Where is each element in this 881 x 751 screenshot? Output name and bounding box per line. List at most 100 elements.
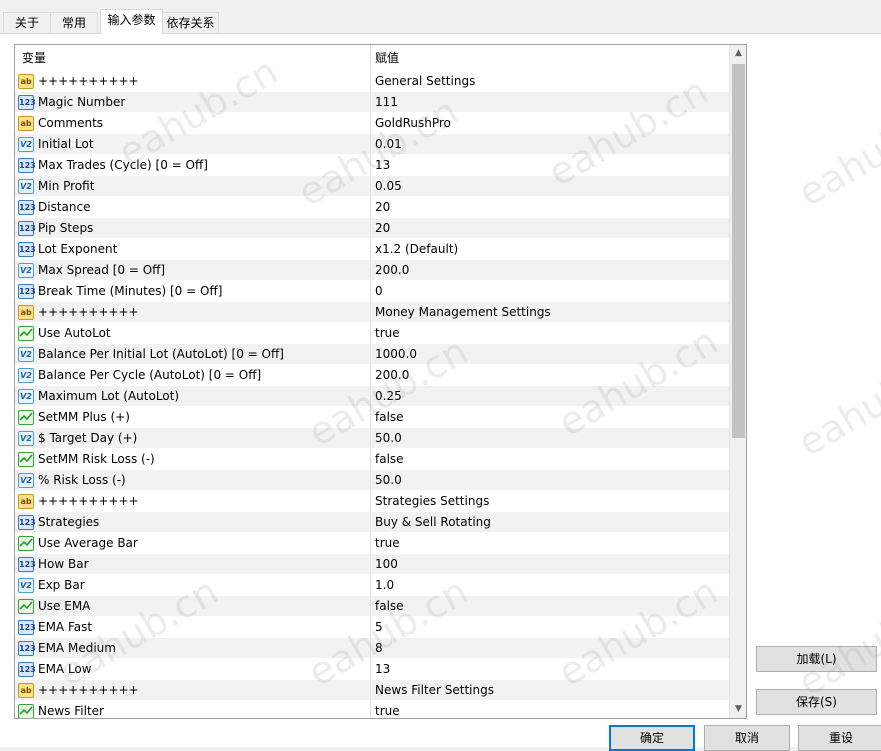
value-cell[interactable]: GoldRushPro	[372, 113, 728, 134]
variable-name: Break Time (Minutes) [0 = Off]	[38, 284, 223, 298]
table-row[interactable]: 123 How Bar 100	[15, 554, 729, 575]
column-header-value[interactable]: 赋值	[371, 45, 729, 71]
value-cell[interactable]: General Settings	[372, 71, 728, 92]
double-type-icon: V2	[18, 473, 34, 488]
scroll-up-arrow-icon[interactable]: ▲	[730, 45, 746, 62]
scroll-down-arrow-icon[interactable]: ▼	[730, 701, 746, 718]
value-cell[interactable]: x1.2 (Default)	[372, 239, 728, 260]
variable-cell: V2 Max Spread [0 = Off]	[15, 260, 371, 281]
reset-button[interactable]: 重设	[798, 725, 881, 751]
value-cell[interactable]: Buy & Sell Rotating	[372, 512, 728, 533]
table-row[interactable]: 123 Max Trades (Cycle) [0 = Off] 13	[15, 155, 729, 176]
int-type-icon: 123	[18, 242, 36, 257]
tab-dependencies[interactable]: 依存关系	[162, 12, 219, 34]
value-cell[interactable]: 20	[372, 218, 728, 239]
table-row[interactable]: 123 Magic Number 111	[15, 92, 729, 113]
value-cell[interactable]: 0.05	[372, 176, 728, 197]
table-row[interactable]: News Filter true	[15, 701, 729, 718]
variable-name: EMA Low	[38, 662, 92, 676]
table-row[interactable]: 123 Lot Exponent x1.2 (Default)	[15, 239, 729, 260]
tab-common[interactable]: 常用	[50, 12, 98, 34]
table-row[interactable]: V2 Exp Bar 1.0	[15, 575, 729, 596]
table-row[interactable]: Use Average Bar true	[15, 533, 729, 554]
value-cell[interactable]: 8	[372, 638, 728, 659]
value-cell[interactable]: 100	[372, 554, 728, 575]
value-cell[interactable]: 0.01	[372, 134, 728, 155]
table-row[interactable]: 123 EMA Fast 5	[15, 617, 729, 638]
tab-inputs[interactable]: 输入参数	[100, 9, 163, 34]
value-cell[interactable]: News Filter Settings	[372, 680, 728, 701]
value-cell[interactable]: false	[372, 449, 728, 470]
table-row[interactable]: ab Comments GoldRushPro	[15, 113, 729, 134]
variable-cell: 123 Distance	[15, 197, 371, 218]
vertical-scrollbar[interactable]: ▲ ▼	[729, 45, 746, 718]
int-type-icon: 123	[18, 284, 36, 299]
value-cell[interactable]: false	[372, 407, 728, 428]
table-row[interactable]: 123 Break Time (Minutes) [0 = Off] 0	[15, 281, 729, 302]
value-cell[interactable]: 1.0	[372, 575, 728, 596]
variable-name: Min Profit	[38, 179, 95, 193]
variable-cell: News Filter	[15, 701, 371, 718]
value-cell[interactable]: 200.0	[372, 365, 728, 386]
table-row[interactable]: 123 Distance 20	[15, 197, 729, 218]
variable-cell: V2 Exp Bar	[15, 575, 371, 596]
value-cell[interactable]: 5	[372, 617, 728, 638]
table-row[interactable]: V2 Balance Per Cycle (AutoLot) [0 = Off] 2…	[15, 365, 729, 386]
value-cell[interactable]: 0	[372, 281, 728, 302]
table-row[interactable]: ab ++++++++++ Strategies Settings	[15, 491, 729, 512]
table-row[interactable]: ab ++++++++++ News Filter Settings	[15, 680, 729, 701]
bool-type-icon	[18, 704, 34, 718]
value-cell[interactable]: Strategies Settings	[372, 491, 728, 512]
variable-name: Use AutoLot	[38, 326, 111, 340]
value-cell[interactable]: 20	[372, 197, 728, 218]
table-row[interactable]: V2 Min Profit 0.05	[15, 176, 729, 197]
scrollbar-thumb[interactable]	[732, 64, 745, 438]
value-cell[interactable]: 13	[372, 155, 728, 176]
table-row[interactable]: SetMM Plus (+) false	[15, 407, 729, 428]
int-type-icon: 123	[18, 221, 36, 236]
table-row[interactable]: Use AutoLot true	[15, 323, 729, 344]
variable-name: Lot Exponent	[38, 242, 118, 256]
value-cell[interactable]: 200.0	[372, 260, 728, 281]
value-cell[interactable]: 1000.0	[372, 344, 728, 365]
string-type-icon: ab	[18, 494, 34, 509]
table-row[interactable]: V2 Maximum Lot (AutoLot) 0.25	[15, 386, 729, 407]
table-row[interactable]: ab ++++++++++ Money Management Settings	[15, 302, 729, 323]
load-button[interactable]: 加载(L)	[756, 646, 877, 672]
value-cell[interactable]: true	[372, 701, 728, 718]
int-type-icon: 123	[18, 662, 36, 677]
table-row[interactable]: V2 $ Target Day (+) 50.0	[15, 428, 729, 449]
value-cell[interactable]: 0.25	[372, 386, 728, 407]
value-cell[interactable]: 50.0	[372, 428, 728, 449]
value-cell[interactable]: 111	[372, 92, 728, 113]
table-row[interactable]: V2 Balance Per Initial Lot (AutoLot) [0 =…	[15, 344, 729, 365]
ok-button[interactable]: 确定	[609, 725, 695, 751]
variable-name: Magic Number	[38, 95, 126, 109]
value-cell[interactable]: false	[372, 596, 728, 617]
table-row[interactable]: 123 EMA Low 13	[15, 659, 729, 680]
int-type-icon: 123	[18, 557, 36, 572]
cancel-button[interactable]: 取消	[704, 725, 790, 751]
value-cell[interactable]: true	[372, 323, 728, 344]
table-row[interactable]: Use EMA false	[15, 596, 729, 617]
variable-cell: ab ++++++++++	[15, 71, 371, 92]
table-row[interactable]: V2 Initial Lot 0.01	[15, 134, 729, 155]
save-button[interactable]: 保存(S)	[756, 689, 877, 715]
string-type-icon: ab	[18, 305, 34, 320]
int-type-icon: 123	[18, 620, 36, 635]
table-row[interactable]: 123 Pip Steps 20	[15, 218, 729, 239]
variable-name: ++++++++++	[38, 683, 139, 697]
table-row[interactable]: V2 % Risk Loss (-) 50.0	[15, 470, 729, 491]
table-row[interactable]: V2 Max Spread [0 = Off] 200.0	[15, 260, 729, 281]
value-cell[interactable]: 50.0	[372, 470, 728, 491]
value-cell[interactable]: 13	[372, 659, 728, 680]
table-row[interactable]: 123 EMA Medium 8	[15, 638, 729, 659]
table-row[interactable]: SetMM Risk Loss (-) false	[15, 449, 729, 470]
tab-about[interactable]: 关于	[3, 12, 51, 34]
column-header-variable[interactable]: 变量	[15, 45, 371, 71]
variable-cell: 123 Magic Number	[15, 92, 371, 113]
value-cell[interactable]: Money Management Settings	[372, 302, 728, 323]
table-row[interactable]: 123 Strategies Buy & Sell Rotating	[15, 512, 729, 533]
table-row[interactable]: ab ++++++++++ General Settings	[15, 71, 729, 92]
value-cell[interactable]: true	[372, 533, 728, 554]
